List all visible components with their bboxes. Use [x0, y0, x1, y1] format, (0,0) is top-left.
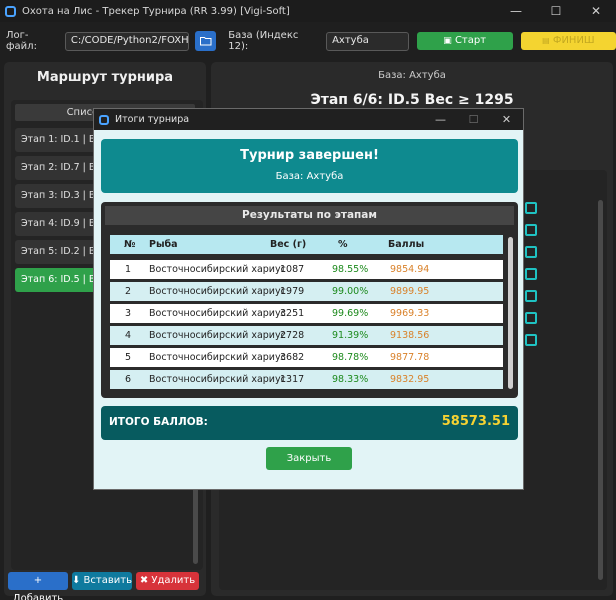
log-file-input[interactable]: C:/CODE/Python2/FOXHunter/ [64, 31, 190, 51]
completion-base: База: Ахтуба [275, 171, 344, 182]
row-number: 3 [125, 308, 132, 319]
window-titlebar: Охота на Лис - Трекер Турнира (RR 3.99) … [0, 0, 616, 22]
table-row: 3 Восточносибирский хариус 3251 99.69% 9… [110, 304, 503, 323]
results-scrollbar[interactable] [508, 237, 513, 389]
close-button[interactable]: ✕ [576, 0, 616, 22]
row-fish: Восточносибирский хариус [149, 330, 286, 341]
current-stage: Этап 6/6: ID.5 Вес ≥ 1295 [310, 92, 514, 108]
row-percent: 99.69% [332, 308, 369, 319]
route-title: Маршрут турнира [36, 70, 174, 85]
stage-checkbox[interactable] [525, 334, 537, 346]
results-table-header: № Рыба Вес (г) % Баллы [110, 235, 503, 254]
row-number: 2 [125, 286, 132, 297]
table-row: 5 Восточносибирский хариус 3682 98.78% 9… [110, 348, 503, 367]
row-weight: 2728 [280, 330, 305, 341]
log-file-label: Лог-файл: [6, 30, 37, 52]
dialog-titlebar: Итоги турнира — ☐ ✕ [94, 109, 523, 130]
row-fish: Восточносибирский хариус [149, 352, 286, 363]
table-row: 1 Восточносибирский хариус 1087 98.55% 9… [110, 260, 503, 279]
stage-checkbox[interactable] [525, 224, 537, 236]
completion-title: Турнир завершен! [240, 148, 379, 163]
start-button-label: Старт [454, 35, 487, 46]
browse-log-button[interactable] [195, 31, 217, 51]
window-title: Охота на Лис - Трекер Турнира (RR 3.99) … [22, 5, 290, 17]
save-icon: ▣ [443, 36, 452, 46]
row-number: 4 [125, 330, 132, 341]
row-fish: Восточносибирский хариус [149, 308, 286, 319]
finish-button[interactable]: ▤ ФИНИШ [520, 32, 616, 50]
row-points: 9969.33 [390, 308, 430, 319]
row-percent: 98.78% [332, 352, 369, 363]
completion-banner: Турнир завершен! База: Ахтуба [101, 139, 518, 193]
table-row: 6 Восточносибирский хариус 1317 98.33% 9… [110, 370, 503, 389]
stage-checkbox[interactable] [525, 246, 537, 258]
stage-checkbox[interactable] [525, 268, 537, 280]
current-base: База: Ахтуба [378, 70, 446, 81]
dialog-close-button[interactable]: ✕ [490, 109, 523, 130]
stage-checkbox[interactable] [525, 312, 537, 324]
app-icon [5, 5, 16, 17]
row-fish: Восточносибирский хариус [149, 374, 286, 385]
insert-stage-button[interactable]: ⬇ Вставить [72, 572, 132, 590]
col-number: № [124, 239, 136, 250]
total-score-value: 58573.51 [441, 414, 510, 429]
stage-checkbox[interactable] [525, 202, 537, 214]
row-percent: 99.00% [332, 286, 369, 297]
row-number: 6 [125, 374, 132, 385]
row-number: 1 [125, 264, 132, 275]
checklist-scrollbar[interactable] [598, 200, 603, 580]
results-title: Результаты по этапам [105, 206, 514, 225]
dialog-minimize-button[interactable]: — [424, 109, 457, 130]
finish-flag-icon: ▤ [542, 36, 550, 45]
dialog-title: Итоги турнира [115, 114, 190, 125]
start-button[interactable]: ▣ Старт [416, 32, 513, 50]
dialog-maximize-button[interactable]: ☐ [457, 109, 490, 130]
minimize-button[interactable]: — [496, 0, 536, 22]
col-percent: % [338, 239, 348, 250]
row-weight: 3251 [280, 308, 305, 319]
row-weight: 3682 [280, 352, 305, 363]
stage-checkbox[interactable] [525, 290, 537, 302]
finish-button-label: ФИНИШ [552, 35, 595, 46]
total-score-bar: ИТОГО БАЛЛОВ: 58573.51 [101, 406, 518, 440]
row-weight: 1317 [280, 374, 305, 385]
row-percent: 98.55% [332, 264, 369, 275]
dialog-app-icon [99, 114, 109, 125]
row-points: 9832.95 [390, 374, 430, 385]
row-points: 9138.56 [390, 330, 430, 341]
row-percent: 98.33% [332, 374, 369, 385]
row-number: 5 [125, 352, 132, 363]
col-fish: Рыба [149, 239, 178, 250]
row-percent: 91.39% [332, 330, 369, 341]
base-input[interactable]: Ахтуба [326, 31, 409, 51]
toolbar: Лог-файл: C:/CODE/Python2/FOXHunter/ Баз… [0, 24, 616, 58]
table-row: 2 Восточносибирский хариус 1979 99.00% 9… [110, 282, 503, 301]
col-weight: Вес (г) [270, 239, 307, 250]
add-stage-button[interactable]: + Добавить [8, 572, 68, 600]
base-label: База (Индекс 12): [228, 30, 299, 52]
row-points: 9877.78 [390, 352, 430, 363]
folder-open-icon [200, 37, 212, 46]
row-points: 9899.95 [390, 286, 430, 297]
results-section: Результаты по этапам № Рыба Вес (г) % Ба… [101, 202, 518, 398]
row-weight: 1087 [280, 264, 305, 275]
row-weight: 1979 [280, 286, 305, 297]
results-dialog: Итоги турнира — ☐ ✕ Турнир завершен! Баз… [93, 108, 524, 490]
col-points: Баллы [388, 239, 425, 250]
row-fish: Восточносибирский хариус [149, 286, 286, 297]
maximize-button[interactable]: ☐ [536, 0, 576, 22]
row-points: 9854.94 [390, 264, 430, 275]
delete-stage-button[interactable]: ✖ Удалить [136, 572, 199, 590]
table-row: 4 Восточносибирский хариус 2728 91.39% 9… [110, 326, 503, 345]
close-dialog-button[interactable]: Закрыть [266, 447, 352, 470]
row-fish: Восточносибирский хариус [149, 264, 286, 275]
total-score-label: ИТОГО БАЛЛОВ: [109, 416, 208, 428]
